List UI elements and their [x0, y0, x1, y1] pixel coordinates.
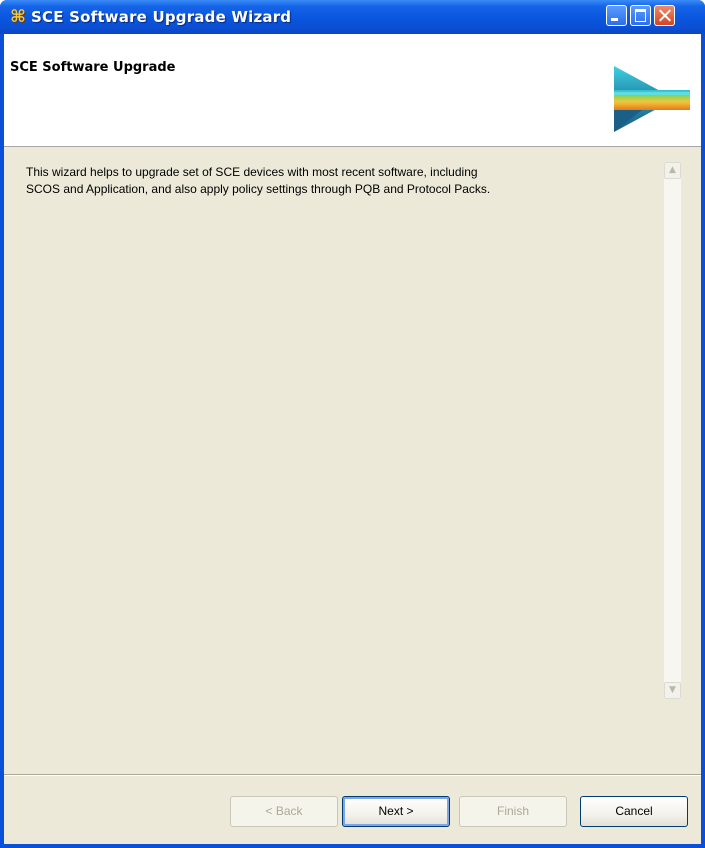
back-button[interactable]: < Back	[230, 796, 338, 827]
finish-button[interactable]: Finish	[459, 796, 567, 827]
wizard-window: ⌘ SCE Software Upgrade Wizard SCE Softwa…	[0, 0, 705, 848]
wizard-banner-icon	[614, 66, 690, 132]
scroll-up-icon[interactable]: ▲	[664, 162, 681, 179]
page-title: SCE Software Upgrade	[10, 60, 176, 75]
minimize-button[interactable]	[606, 5, 627, 26]
description-line: This wizard helps to upgrade set of SCE …	[26, 165, 478, 179]
maximize-button[interactable]	[630, 5, 651, 26]
window-title: SCE Software Upgrade Wizard	[31, 8, 292, 26]
title-bar[interactable]: ⌘ SCE Software Upgrade Wizard	[0, 0, 705, 34]
app-icon: ⌘	[10, 7, 26, 27]
wizard-header: SCE Software Upgrade	[4, 34, 701, 147]
footer-divider	[4, 774, 701, 776]
close-button[interactable]	[654, 5, 675, 26]
cancel-button[interactable]: Cancel	[580, 796, 688, 827]
description-line: SCOS and Application, and also apply pol…	[26, 182, 491, 196]
vertical-scrollbar[interactable]: ▲ ▼	[664, 162, 681, 699]
scroll-down-icon[interactable]: ▼	[664, 682, 681, 699]
dialog-client-area: SCE Software Upgrade This wizard helps t…	[4, 34, 701, 844]
wizard-description: This wizard helps to upgrade set of SCE …	[26, 164, 646, 198]
next-button[interactable]: Next >	[342, 796, 450, 827]
